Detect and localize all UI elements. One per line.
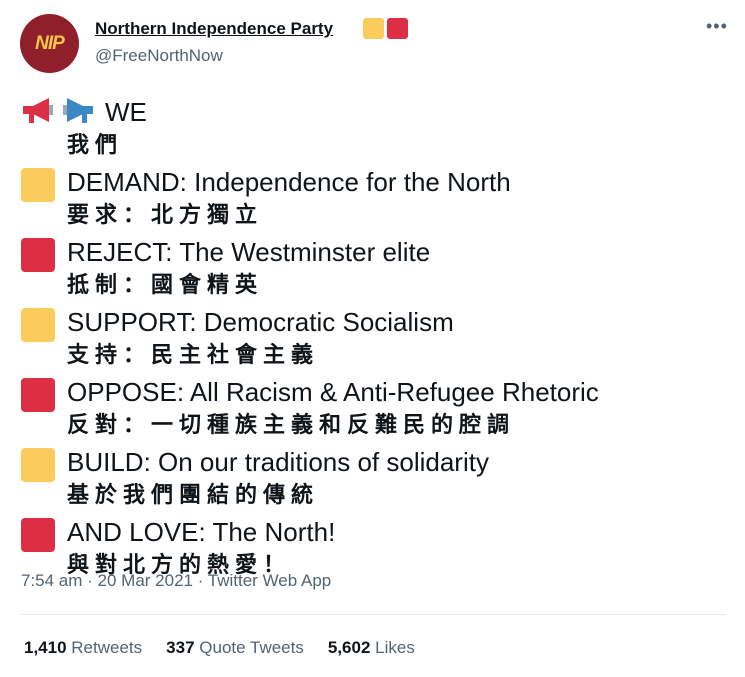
quote-tweets-label: Quote Tweets (199, 638, 304, 657)
tweet-line: BUILD: On our traditions of solidarity 基… (21, 444, 721, 514)
tweet-line: DEMAND: Independence for the North 要求：北方… (21, 164, 721, 234)
tweet-line: REJECT: The Westminster elite 抵制：國會精英 (21, 234, 721, 304)
megaphone-red-icon (23, 98, 53, 123)
yellow-square-icon (21, 308, 55, 342)
divider (20, 614, 726, 615)
display-name[interactable]: Northern Independence Party (95, 19, 333, 39)
tweet-stats: 1,410 Retweets 337 Quote Tweets 5,602 Li… (24, 638, 415, 658)
retweets-stat[interactable]: 1,410 Retweets (24, 638, 142, 658)
more-icon[interactable]: ••• (706, 16, 728, 37)
line-zh: 基於我們團結的傳統 (67, 483, 320, 508)
retweets-label: Retweets (71, 638, 143, 657)
tweet-line: OPPOSE: All Racism & Anti-Refugee Rhetor… (21, 374, 721, 444)
intro-zh: 我們 (67, 133, 124, 158)
megaphone-blue-icon (63, 98, 93, 123)
yellow-square-icon (21, 168, 55, 202)
line-en: DEMAND: Independence for the North (67, 167, 511, 197)
line-en: SUPPORT: Democratic Socialism (67, 307, 454, 337)
quote-tweets-count: 337 (166, 638, 195, 657)
tweet-line: SUPPORT: Democratic Socialism 支持：民主社會主義 (21, 304, 721, 374)
tweet-text: WE 我們 DEMAND: Independence for the North… (21, 94, 721, 584)
yellow-square-icon (21, 448, 55, 482)
red-square-icon (21, 238, 55, 272)
line-zh: 要求：北方獨立 (67, 203, 264, 228)
intro-en: WE (105, 97, 147, 127)
user-handle[interactable]: @FreeNorthNow (95, 46, 223, 66)
line-zh: 支持：民主社會主義 (67, 343, 320, 368)
line-zh: 抵制：國會精英 (67, 273, 264, 298)
avatar-logo-text: NIP (35, 32, 65, 54)
tweet-timestamp[interactable]: 7:54 am · 20 Mar 2021 · Twitter Web App (21, 571, 331, 591)
line-en: BUILD: On our traditions of solidarity (67, 447, 489, 477)
name-flags (363, 18, 408, 39)
red-square-icon (21, 518, 55, 552)
line-en: AND LOVE: The North! (67, 517, 336, 547)
line-en: REJECT: The Westminster elite (67, 237, 431, 267)
likes-stat[interactable]: 5,602 Likes (328, 638, 415, 658)
likes-count: 5,602 (327, 638, 371, 657)
red-square-icon (21, 378, 55, 412)
likes-label: Likes (375, 638, 415, 657)
retweets-count: 1,410 (24, 638, 67, 657)
red-square-icon (387, 18, 408, 39)
line-zh: 反對：一切種族主義和反難民的腔調 (67, 413, 516, 438)
tweet-line-intro: WE 我們 (21, 94, 721, 164)
quote-tweets-stat[interactable]: 337 Quote Tweets (166, 638, 304, 658)
avatar[interactable]: NIP (20, 14, 79, 73)
yellow-square-icon (363, 18, 384, 39)
line-en: OPPOSE: All Racism & Anti-Refugee Rhetor… (67, 377, 599, 407)
megaphones (21, 96, 95, 126)
